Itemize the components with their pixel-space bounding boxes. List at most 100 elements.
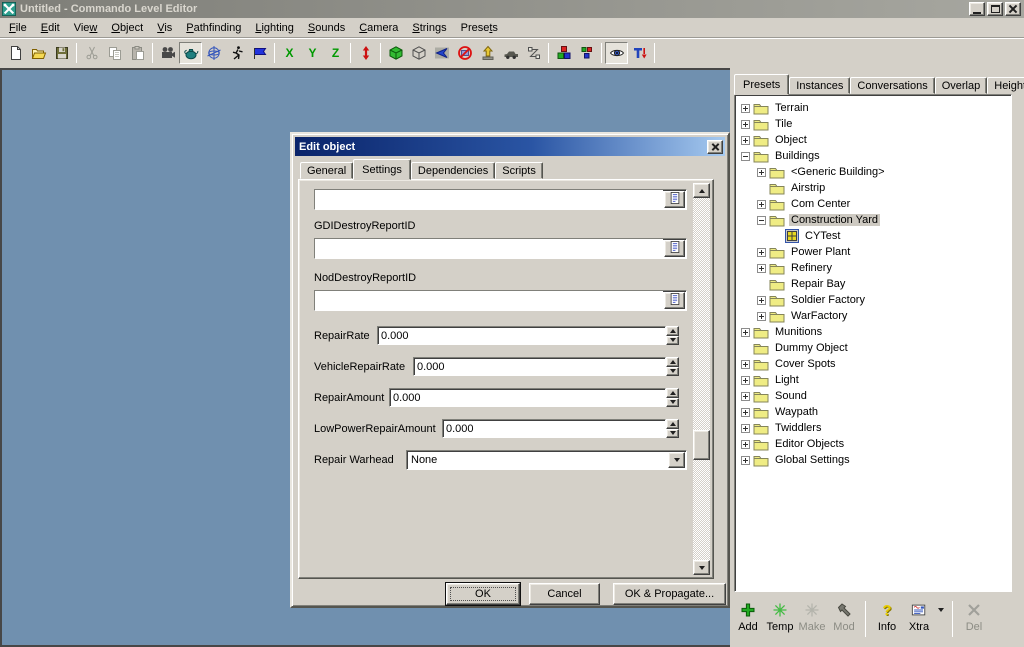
tree-item-munitions[interactable]: Munitions [735, 324, 1011, 340]
tree-item-airstrip[interactable]: Airstrip [735, 180, 1011, 196]
menu-camera[interactable]: Camera [352, 20, 405, 36]
ok-button[interactable]: OK [446, 583, 520, 605]
axis-z-button[interactable]: Z [324, 42, 347, 64]
repairamount-spin-up-button[interactable] [666, 388, 679, 398]
vehiclerepairrate-spin-up-button[interactable] [666, 357, 679, 367]
noddestroyreportid-browse-button[interactable] [664, 292, 685, 309]
repair-warhead-dropdown[interactable]: None [406, 450, 687, 470]
tree-expand-icon[interactable] [757, 312, 766, 321]
tree-expand-icon[interactable] [741, 360, 750, 369]
gimbal-button[interactable] [202, 42, 225, 64]
tree-expand-icon[interactable] [741, 392, 750, 401]
vehiclerepairrate-input[interactable] [413, 357, 666, 376]
tree-item-repair-bay[interactable]: Repair Bay [735, 276, 1011, 292]
tree-item-terrain[interactable]: Terrain [735, 100, 1011, 116]
gdidestroyreportid-input[interactable] [315, 239, 663, 258]
tree-expand-icon[interactable] [757, 248, 766, 257]
tree-item-cover-spots[interactable]: Cover Spots [735, 356, 1011, 372]
solid-cube-button[interactable] [384, 42, 407, 64]
ok-propagate-button[interactable]: OK & Propagate... [613, 583, 726, 605]
tab-dependencies[interactable]: Dependencies [411, 162, 495, 179]
noddestroyreportid-input[interactable] [315, 291, 663, 310]
lowpowerrepairamount-input[interactable] [442, 419, 666, 438]
tree-expand-icon[interactable] [741, 376, 750, 385]
info-button[interactable]: ?Info [871, 601, 903, 633]
tree-item-twiddlers[interactable]: Twiddlers [735, 420, 1011, 436]
tree-expand-icon[interactable] [741, 136, 750, 145]
scroll-down-button[interactable] [693, 560, 710, 575]
repair-warhead-dropdown-button[interactable] [668, 452, 685, 468]
menu-view[interactable]: View [67, 20, 105, 36]
cut-button[interactable] [80, 42, 103, 64]
menu-edit[interactable]: Edit [34, 20, 67, 36]
menu-object[interactable]: Object [104, 20, 150, 36]
tree-item-cytest[interactable]: CYTest [735, 228, 1011, 244]
menu-presets[interactable]: Presets [454, 20, 505, 36]
tree-expand-icon[interactable] [741, 440, 750, 449]
tree-expand-icon[interactable] [757, 296, 766, 305]
mini-cubes-button[interactable] [575, 42, 598, 64]
tab-scripts[interactable]: Scripts [495, 162, 543, 179]
tree-item-soldier-factory[interactable]: Soldier Factory [735, 292, 1011, 308]
teapot-button[interactable] [179, 42, 202, 64]
close-button[interactable] [1005, 2, 1021, 16]
tree-expand-icon[interactable] [757, 200, 766, 209]
camera-button[interactable] [156, 42, 179, 64]
tab-general[interactable]: General [300, 162, 353, 179]
rgb-cubes-button[interactable] [552, 42, 575, 64]
scroll-up-button[interactable] [693, 183, 710, 198]
tree-item-global-settings[interactable]: Global Settings [735, 452, 1011, 468]
text-drop-button[interactable] [628, 42, 651, 64]
tab-settings[interactable]: Settings [353, 159, 411, 180]
tree-expand-icon[interactable] [741, 408, 750, 417]
tab-heightfield[interactable]: Heightfield [987, 77, 1024, 94]
eye-button[interactable] [605, 42, 628, 64]
tree-item-power-plant[interactable]: Power Plant [735, 244, 1011, 260]
tree-expand-icon[interactable] [741, 328, 750, 337]
runner-button[interactable] [225, 42, 248, 64]
tree-expand-icon[interactable] [757, 264, 766, 273]
menu-vis[interactable]: Vis [150, 20, 179, 36]
flag-button[interactable] [248, 42, 271, 64]
axis-x-button[interactable]: X [278, 42, 301, 64]
gdidestroyreportid-browse-button[interactable] [664, 240, 685, 257]
tree-item-sound[interactable]: Sound [735, 388, 1011, 404]
copy-button[interactable] [103, 42, 126, 64]
save-file-button[interactable] [50, 42, 73, 64]
no-sign-button[interactable] [453, 42, 476, 64]
tree-expand-icon[interactable] [741, 120, 750, 129]
open-file-button[interactable] [27, 42, 50, 64]
repairamount-input[interactable] [389, 388, 666, 407]
tree-item-construction-yard[interactable]: Construction Yard [735, 212, 1011, 228]
tree-expand-icon[interactable] [741, 456, 750, 465]
vehicle-button[interactable] [499, 42, 522, 64]
repairrate-spin-up-button[interactable] [666, 326, 679, 336]
lowpowerrepairamount-spin-down-button[interactable] [666, 429, 679, 439]
repairrate-input[interactable] [377, 326, 666, 345]
menu-file[interactable]: File [2, 20, 34, 36]
axis-y-button[interactable]: Y [301, 42, 324, 64]
waypath-z-button[interactable] [522, 42, 545, 64]
add-button[interactable]: Add [732, 601, 764, 633]
tree-item-refinery[interactable]: Refinery [735, 260, 1011, 276]
tree-collapse-icon[interactable] [757, 216, 766, 225]
tree-item-light[interactable]: Light [735, 372, 1011, 388]
tab-conversations[interactable]: Conversations [850, 77, 934, 94]
tree-item-tile[interactable]: Tile [735, 116, 1011, 132]
new-file-button[interactable] [4, 42, 27, 64]
tree-collapse-icon[interactable] [741, 152, 750, 161]
paste-button[interactable] [126, 42, 149, 64]
xtra-dropdown-button[interactable] [935, 601, 947, 619]
vis-arrow-button[interactable] [430, 42, 453, 64]
menu-sounds[interactable]: Sounds [301, 20, 352, 36]
temp-button[interactable]: Temp [764, 601, 796, 633]
vehiclerepairrate-spin-down-button[interactable] [666, 367, 679, 377]
repairamount-spin-down-button[interactable] [666, 398, 679, 408]
tree-expand-icon[interactable] [757, 168, 766, 177]
menu-pathfinding[interactable]: Pathfinding [179, 20, 248, 36]
tree-item-editor-objects[interactable]: Editor Objects [735, 436, 1011, 452]
elevate-button[interactable] [476, 42, 499, 64]
scrollbar-thumb[interactable] [693, 430, 710, 460]
menu-strings[interactable]: Strings [405, 20, 453, 36]
tab-presets[interactable]: Presets [734, 74, 789, 95]
